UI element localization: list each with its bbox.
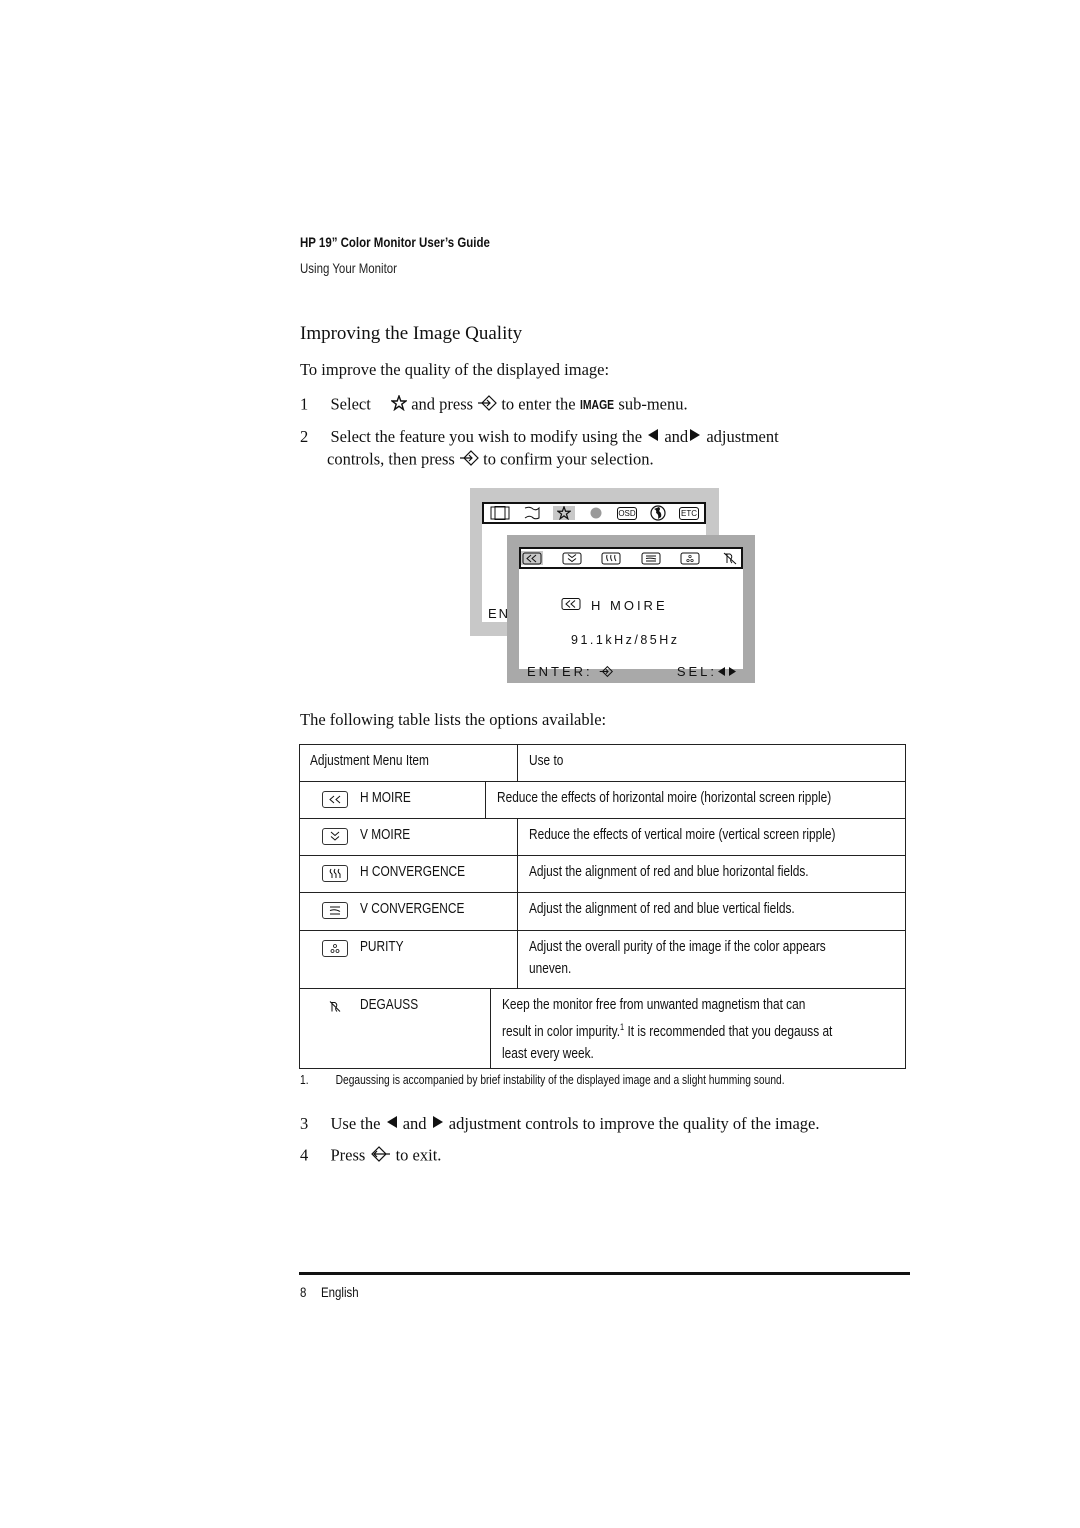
language-globe-icon <box>647 505 669 521</box>
page-number: 8 <box>300 1284 307 1300</box>
left-arrow-icon <box>385 1115 399 1136</box>
exit-arrow-icon <box>369 1145 391 1168</box>
osd-current-item: H MOIRE <box>561 597 668 614</box>
step-number: 3 <box>300 1114 309 1133</box>
degauss-icon <box>719 551 741 565</box>
osd-frequency-readout: 91.1kHz/85Hz <box>571 633 680 647</box>
footnote: 1. Degaussing is accompanied by brief in… <box>300 1073 785 1087</box>
h-convergence-icon <box>322 865 348 882</box>
footnote-text: Degaussing is accompanied by brief insta… <box>335 1073 785 1087</box>
step-2: 2 Select the feature you wish to modify … <box>300 427 779 449</box>
menu-item-description: Adjust the overall purity of the image i… <box>529 939 826 955</box>
v-moire-icon <box>561 551 583 565</box>
section-title: Improving the Image Quality <box>300 323 523 344</box>
image-star-icon <box>390 393 409 416</box>
column-header: Use to <box>529 753 564 769</box>
menu-item-description: Adjust the alignment of red and blue hor… <box>529 864 809 880</box>
size-position-icon <box>521 506 543 520</box>
h-convergence-icon <box>600 551 622 565</box>
menu-item-description: Reduce the effects of vertical moire (ve… <box>529 827 836 843</box>
footnote-reference[interactable]: 1 <box>620 1022 624 1032</box>
menu-item-name: H MOIRE <box>360 790 411 806</box>
osd-enter-hint: ENTER: <box>527 664 614 681</box>
left-arrow-icon <box>646 428 660 449</box>
table-row: V CONVERGENCE Adjust the alignment of re… <box>300 892 905 930</box>
footer-divider <box>299 1272 910 1275</box>
enter-arrow-icon <box>477 394 498 417</box>
intro-text: To improve the quality of the displayed … <box>300 360 610 379</box>
page-footer: 8 English <box>300 1284 359 1300</box>
enter-arrow-icon <box>459 449 479 472</box>
geometry-icon <box>489 506 511 520</box>
step-4: 4 Press to exit. <box>300 1145 441 1168</box>
table-intro-text: The following table lists the options av… <box>300 710 607 729</box>
osd-select-hint: SEL: <box>677 664 737 680</box>
osd-image-submenu-screen: H MOIRE 91.1kHz/85Hz ENTER: SEL: <box>507 535 755 683</box>
enter-arrow-icon <box>599 665 614 681</box>
h-moire-icon <box>521 551 543 565</box>
osd-submenu-bar <box>519 547 743 569</box>
purity-icon <box>679 551 701 565</box>
osd-current-item-label: H MOIRE <box>591 598 668 613</box>
step-number: 4 <box>300 1145 309 1165</box>
menu-item-name: V CONVERGENCE <box>360 901 465 917</box>
right-arrow-icon <box>688 428 702 449</box>
footer-language: English <box>320 1284 359 1300</box>
table-row: V MOIRE Reduce the effects of vertical m… <box>300 818 905 855</box>
menu-item-name: V MOIRE <box>360 827 411 843</box>
table-row: DEGAUSS Keep the monitor free from unwan… <box>300 988 905 1068</box>
menu-item-name: DEGAUSS <box>360 997 419 1013</box>
degauss-icon <box>322 998 348 1015</box>
table-row: PURITY Adjust the overall purity of the … <box>300 930 905 988</box>
color-icon <box>585 506 607 520</box>
left-right-arrows-icon <box>717 665 737 680</box>
etc-icon: ETC <box>679 506 699 520</box>
menu-item-description: Keep the monitor free from unwanted magn… <box>502 997 806 1013</box>
right-arrow-icon <box>431 1115 445 1136</box>
v-convergence-icon <box>640 551 662 565</box>
table-row: H CONVERGENCE Adjust the alignment of re… <box>300 855 905 892</box>
purity-icon <box>322 940 348 957</box>
table-header-row: Adjustment Menu Item Use to <box>300 745 905 781</box>
step-number: 1 <box>300 394 309 414</box>
osd-main-menu-bar: OSD ETC <box>482 502 706 524</box>
v-moire-icon <box>322 828 348 845</box>
image-menu-label: IMAGE <box>579 397 614 413</box>
image-star-icon <box>553 506 575 520</box>
menu-item-description: Adjust the alignment of red and blue ver… <box>529 901 795 917</box>
chapter-title: Using Your Monitor <box>300 260 398 276</box>
step-2-continued: controls, then press to confirm your sel… <box>327 449 654 472</box>
step-1: 1 Select and press to enter the IMAGE su… <box>300 393 688 417</box>
adjustment-options-table: Adjustment Menu Item Use to H MOIRE Redu… <box>299 744 906 1069</box>
v-convergence-icon <box>322 902 348 919</box>
menu-item-description: Reduce the effects of horizontal moire (… <box>497 790 832 806</box>
h-moire-icon <box>322 791 348 808</box>
column-header: Adjustment Menu Item <box>300 745 518 781</box>
step-3: 3 Use the and adjustment controls to imp… <box>300 1114 820 1136</box>
menu-item-name: PURITY <box>360 939 404 955</box>
footnote-number: 1. <box>300 1073 309 1087</box>
step-number: 2 <box>300 427 309 446</box>
h-moire-icon <box>561 597 581 614</box>
menu-item-name: H CONVERGENCE <box>360 864 466 880</box>
osd-icon: OSD <box>617 506 637 520</box>
document-title: HP 19” Color Monitor User’s Guide <box>300 234 490 250</box>
table-row: H MOIRE Reduce the effects of horizontal… <box>300 781 905 818</box>
